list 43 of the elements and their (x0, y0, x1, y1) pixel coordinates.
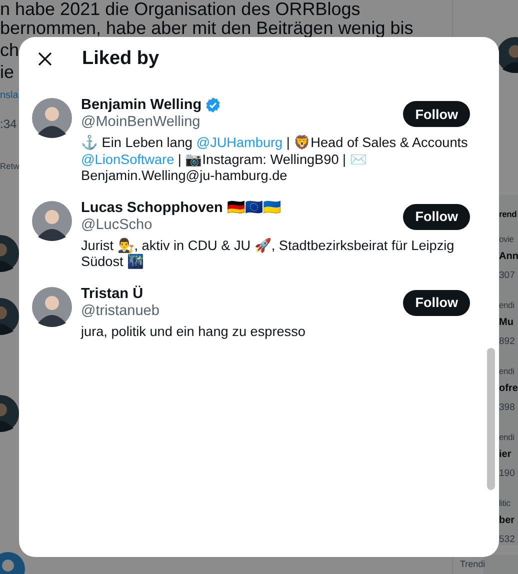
user-name[interactable]: Benjamin Welling (81, 97, 202, 113)
user-handle: @tristanueb (81, 302, 160, 320)
trend-context: endi (499, 299, 516, 312)
tweet-text: ie (0, 63, 14, 82)
dialog-title: Liked by (82, 48, 160, 70)
user-bio: ⚓ Ein Leben lang @JUHamburg | 🦁Head of Sales & Accounts @LionSoftware | 📷Instagram: WellingB90 | ✉Benjamin.Welling@ju-hamburg.de (81, 135, 469, 184)
trend-context: endi (499, 431, 516, 444)
avatar[interactable] (32, 98, 72, 138)
mention-link[interactable]: @JUHamburg (196, 135, 283, 150)
trend-name[interactable]: ofre (499, 379, 518, 399)
user-name[interactable]: Lucas Schopphoven 🇩🇪🇪🇺🇺🇦 (81, 199, 281, 216)
user-handle: @MoinBenWelling (81, 114, 200, 131)
tweet-text: n habe 2021 die Organisation des ORRBlogs (0, 0, 360, 19)
user-bio: jura, politik und ein hang zu espresso (81, 324, 306, 340)
trend-count: 398 (499, 401, 516, 415)
trend-count: 307 (499, 269, 516, 283)
mention-link[interactable]: @LionSoftware (81, 152, 174, 166)
tweet-text: bernommen, habe aber mit den Beiträgen wenig bis (0, 19, 414, 38)
user-name[interactable]: Tristan Ü (81, 286, 144, 302)
tweet-text: ch (0, 41, 20, 60)
trend-name[interactable]: ber (499, 511, 518, 531)
tweet-time: :34 (0, 117, 17, 131)
user-handle: @LucScho (81, 216, 152, 234)
trends-title: rend (499, 209, 517, 219)
scrollbar[interactable] (487, 348, 495, 490)
avatar[interactable] (32, 200, 72, 240)
trend-count: 532 (499, 533, 516, 545)
follow-button[interactable]: Follow (403, 101, 470, 127)
trend-name[interactable]: ier (499, 445, 518, 465)
trend-context: ovie (499, 233, 515, 246)
trend-name[interactable]: Mu (499, 313, 518, 333)
trend-count: 190 (499, 467, 516, 481)
avatar[interactable] (32, 286, 72, 326)
follow-button[interactable]: Follow (403, 204, 470, 230)
trend-context: Trendi (460, 559, 486, 571)
user-bio: Jurist 👨‍⚖, aktiv in CDU & JU 🚀, Stadtbezirksbeirat für Leipzig Südost 🌃 (81, 238, 456, 270)
follow-button[interactable]: Follow (403, 290, 470, 316)
trend-context: endi (499, 365, 516, 378)
trend-context: litic (499, 497, 512, 510)
trend-name[interactable]: Ann (499, 247, 518, 267)
trend-count: 892 (499, 335, 516, 349)
retweets-label[interactable]: Retw (0, 161, 20, 171)
avatar[interactable] (497, 37, 518, 73)
